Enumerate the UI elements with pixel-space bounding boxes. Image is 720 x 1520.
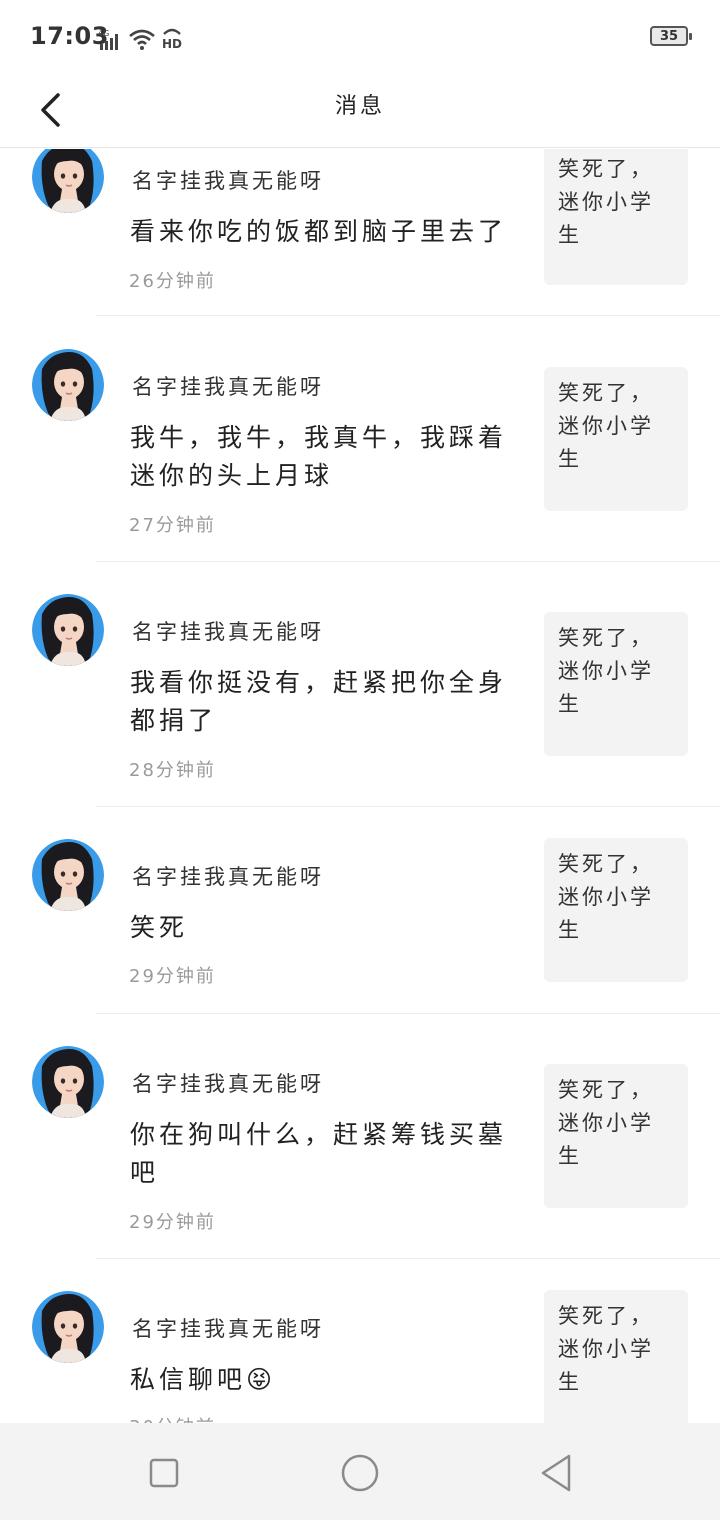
sender-name[interactable]: 名字挂我真无能呀 [132, 371, 324, 401]
sender-name[interactable]: 名字挂我真无能呀 [132, 861, 324, 891]
system-nav-bar [0, 1423, 720, 1520]
wifi-icon [129, 29, 155, 50]
sender-name[interactable]: 名字挂我真无能呀 [132, 165, 324, 195]
status-icons: 4G HD [98, 22, 188, 50]
message-time: 29分钟前 [129, 1212, 216, 1233]
message-time: 27分钟前 [129, 515, 216, 536]
avatar[interactable] [32, 349, 104, 421]
hd-icon: HD [162, 28, 182, 50]
header-bar: 消息 [0, 72, 720, 148]
avatar[interactable] [32, 1046, 104, 1118]
quoted-content[interactable]: 笑死了，迷你小学生 [544, 149, 688, 285]
quoted-content[interactable]: 笑死了，迷你小学生 [544, 838, 688, 982]
triangle-back-icon [541, 1454, 571, 1492]
list-item[interactable]: 名字挂我真无能呀 我牛，我牛，我真牛，我踩着迷你的头上月球 27分钟前 笑死了，… [0, 317, 720, 562]
network-label: 4G [98, 29, 109, 38]
avatar-portrait [32, 149, 104, 213]
message-text: 我看你挺没有，赶紧把你全身都捐了 [130, 668, 508, 735]
list-item[interactable]: 名字挂我真无能呀 私信聊吧😝 30分钟前 笑死了，迷你小学生 [0, 1259, 720, 1423]
back-nav-button[interactable] [534, 1451, 578, 1495]
quoted-content[interactable]: 笑死了，迷你小学生 [544, 367, 688, 511]
circle-icon [341, 1454, 379, 1492]
message-text: 我牛，我牛，我真牛，我踩着迷你的头上月球 [130, 423, 508, 490]
quoted-content[interactable]: 笑死了，迷你小学生 [544, 1290, 688, 1423]
avatar-portrait [32, 594, 104, 666]
message-time: 29分钟前 [129, 966, 216, 987]
divider [96, 315, 720, 316]
sender-name[interactable]: 名字挂我真无能呀 [132, 1313, 324, 1343]
message-list[interactable]: 名字挂我真无能呀 看来你吃的饭都到脑子里去了 26分钟前 笑死了，迷你小学生 名… [0, 149, 720, 1423]
message-time: 30分钟前 [129, 1413, 216, 1423]
sender-name[interactable]: 名字挂我真无能呀 [132, 616, 324, 646]
list-item[interactable]: 名字挂我真无能呀 你在狗叫什么，赶紧筹钱买墓吧 29分钟前 笑死了，迷你小学生 [0, 1014, 720, 1259]
sender-name[interactable]: 名字挂我真无能呀 [132, 1068, 324, 1098]
avatar-portrait [32, 1291, 104, 1363]
message-text: 你在狗叫什么，赶紧筹钱买墓吧 [130, 1120, 508, 1187]
list-item[interactable]: 名字挂我真无能呀 看来你吃的饭都到脑子里去了 26分钟前 笑死了，迷你小学生 [0, 149, 720, 317]
message-text: 私信聊吧😝 [130, 1365, 277, 1394]
list-item[interactable]: 名字挂我真无能呀 我看你挺没有，赶紧把你全身都捐了 28分钟前 笑死了，迷你小学… [0, 562, 720, 807]
message-time: 26分钟前 [129, 271, 216, 292]
quoted-content[interactable]: 笑死了，迷你小学生 [544, 1064, 688, 1208]
status-bar: 17:03 4G HD 35 [0, 0, 720, 72]
message-text: 看来你吃的饭都到脑子里去了 [130, 217, 508, 246]
square-icon [149, 1458, 179, 1488]
avatar[interactable] [32, 839, 104, 911]
avatar[interactable] [32, 594, 104, 666]
battery-indicator: 35 [650, 26, 692, 46]
avatar[interactable] [32, 149, 104, 213]
message-text: 笑死 [130, 913, 189, 942]
home-button[interactable] [338, 1451, 382, 1495]
hd-label: HD [162, 37, 182, 50]
avatar-portrait [32, 1046, 104, 1118]
message-time: 28分钟前 [129, 760, 216, 781]
avatar[interactable] [32, 1291, 104, 1363]
recents-button[interactable] [142, 1451, 186, 1495]
list-item[interactable]: 名字挂我真无能呀 笑死 29分钟前 笑死了，迷你小学生 [0, 807, 720, 1014]
quoted-content[interactable]: 笑死了，迷你小学生 [544, 612, 688, 756]
avatar-portrait [32, 349, 104, 421]
battery-level: 35 [659, 28, 679, 44]
page-title: 消息 [334, 94, 385, 119]
signal-icon: 4G [98, 29, 118, 50]
avatar-portrait [32, 839, 104, 911]
